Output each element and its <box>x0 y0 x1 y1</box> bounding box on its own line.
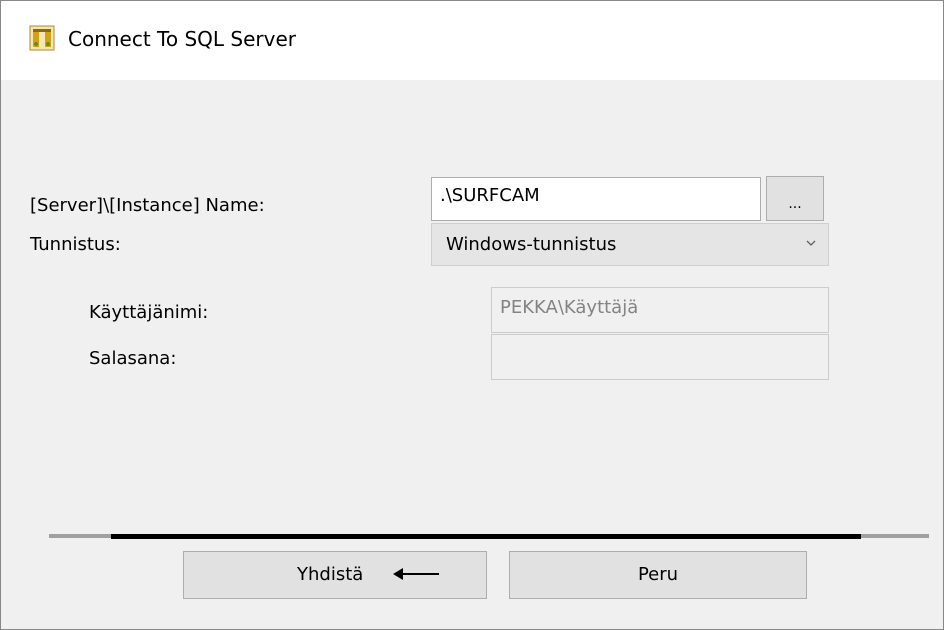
connect-dialog: Connect To SQL Server [Server]\[Instance… <box>0 0 944 630</box>
progress-bar <box>111 534 861 539</box>
sql-server-icon <box>29 25 55 51</box>
connect-button[interactable]: Yhdistä <box>183 551 487 599</box>
browse-servers-button[interactable]: ... <box>766 176 824 221</box>
server-name-input[interactable]: .\SURFCAM <box>431 177 761 221</box>
username-input[interactable]: PEKKA\Käyttäjä <box>491 287 829 333</box>
authentication-selected-value: Windows-tunnistus <box>446 234 617 255</box>
authentication-label: Tunnistus: <box>30 234 121 255</box>
authentication-select[interactable]: Windows-tunnistus <box>431 223 829 266</box>
window-title: Connect To SQL Server <box>68 27 296 51</box>
chevron-down-icon <box>806 240 816 246</box>
arrow-left-icon <box>393 568 439 580</box>
username-label: Käyttäjänimi: <box>89 302 209 323</box>
password-input[interactable] <box>491 334 829 380</box>
server-name-label: [Server]\[Instance] Name: <box>30 195 265 216</box>
password-label: Salasana: <box>89 348 177 369</box>
title-bar: Connect To SQL Server <box>1 1 943 80</box>
connect-button-label: Yhdistä <box>297 564 364 585</box>
cancel-button[interactable]: Peru <box>509 551 807 599</box>
